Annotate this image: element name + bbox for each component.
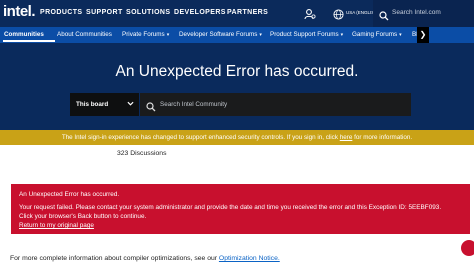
- subnav-gaming-forums[interactable]: Gaming Forums ▾: [352, 31, 402, 38]
- optimization-notice-link[interactable]: Optimization Notice.: [219, 255, 280, 262]
- top-header: intel. PRODUCTS SUPPORT SOLUTIONS DEVELO…: [0, 0, 474, 27]
- subnav-communities[interactable]: Communities: [4, 31, 44, 38]
- subnav-about-communities[interactable]: About Communities: [57, 31, 112, 38]
- site-search-input[interactable]: Search Intel.com: [373, 0, 474, 27]
- subnav-private-forums[interactable]: Private Forums ▾: [122, 31, 169, 38]
- chevron-right-icon[interactable]: ❯: [417, 27, 429, 43]
- nav-partners[interactable]: PARTNERS: [227, 9, 268, 16]
- chevron-down-icon: [127, 100, 134, 109]
- hero-banner: An Unexpected Error has occurred. This b…: [0, 43, 474, 130]
- community-search-placeholder: Search Intel Community: [160, 101, 228, 108]
- error-title: An Unexpected Error has occurred.: [19, 191, 120, 198]
- user-icon[interactable]: [304, 7, 316, 25]
- nav-support[interactable]: SUPPORT: [86, 9, 123, 16]
- community-subnav: Communities About Communities Private Fo…: [0, 27, 474, 43]
- optimization-footnote: For more complete information about comp…: [10, 255, 280, 262]
- globe-icon[interactable]: [333, 7, 344, 25]
- subnav-developer-software-forums[interactable]: Developer Software Forums ▾: [179, 31, 262, 38]
- error-panel: An Unexpected Error has occurred. Your r…: [11, 184, 470, 234]
- signin-notice-banner: The Intel sign-in experience has changed…: [0, 130, 474, 145]
- chevron-down-icon: ▾: [340, 32, 344, 38]
- nav-products[interactable]: PRODUCTS: [40, 9, 82, 16]
- site-search-placeholder: Search Intel.com: [392, 9, 441, 16]
- return-link[interactable]: Return to my original page: [19, 222, 94, 229]
- signin-notice-text: The Intel sign-in experience has changed…: [61, 134, 413, 141]
- active-tab-indicator: [3, 40, 55, 42]
- page-title: An Unexpected Error has occurred.: [115, 63, 359, 80]
- search-scope-dropdown[interactable]: This board: [70, 93, 139, 116]
- discussion-count: 323 Discussions: [117, 150, 167, 157]
- error-message: Your request failed. Please contact your…: [19, 204, 442, 211]
- search-scope-label: This board: [76, 101, 109, 108]
- chevron-down-icon: ▾: [166, 32, 170, 38]
- feedback-button[interactable]: [461, 240, 474, 256]
- intel-logo[interactable]: intel.: [3, 3, 36, 20]
- community-search-input[interactable]: Search Intel Community: [140, 93, 411, 116]
- nav-solutions[interactable]: SOLUTIONS: [126, 9, 170, 16]
- chevron-down-icon: ▾: [399, 32, 402, 38]
- search-icon: [379, 8, 389, 26]
- notice-here-link[interactable]: here: [340, 134, 353, 141]
- error-instruction: Click your browser's Back button to cont…: [19, 213, 147, 220]
- nav-developers[interactable]: DEVELOPERS: [174, 9, 226, 16]
- search-icon: [146, 99, 156, 117]
- chevron-down-icon: ▾: [259, 32, 262, 38]
- subnav-product-support-forums[interactable]: Product Support Forums ▾: [270, 31, 343, 38]
